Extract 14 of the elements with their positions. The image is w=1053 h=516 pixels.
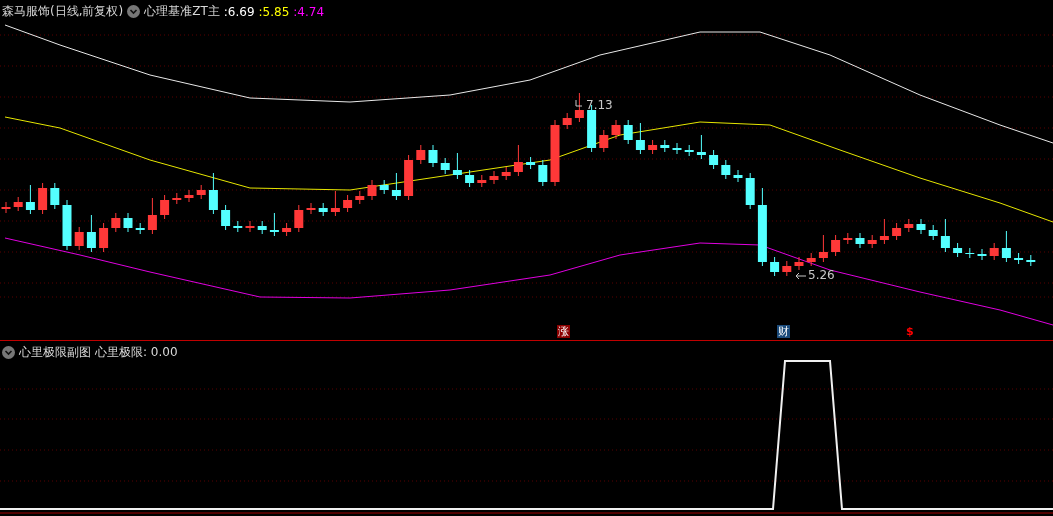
- subchart-title: 心里极限副图: [19, 344, 91, 361]
- indicator-name: 心理基准ZT主: [144, 3, 220, 20]
- indicator-reading: 心里极限: 0.00: [95, 344, 178, 361]
- low-price-label: 5.26: [808, 268, 835, 282]
- high-price-label: 7.13: [586, 98, 613, 112]
- event-marker[interactable]: $: [905, 325, 915, 338]
- dropdown-icon[interactable]: [2, 346, 15, 359]
- event-marker[interactable]: 财: [777, 325, 790, 338]
- chart-title: 森马服饰(日线,前复权): [2, 3, 124, 20]
- indicator-value: :5.85: [258, 4, 290, 19]
- indicator-value: :4.74: [293, 4, 325, 19]
- event-marker[interactable]: 涨: [557, 325, 570, 338]
- indicator-value: :6.69: [223, 4, 255, 19]
- dropdown-icon[interactable]: [127, 5, 141, 18]
